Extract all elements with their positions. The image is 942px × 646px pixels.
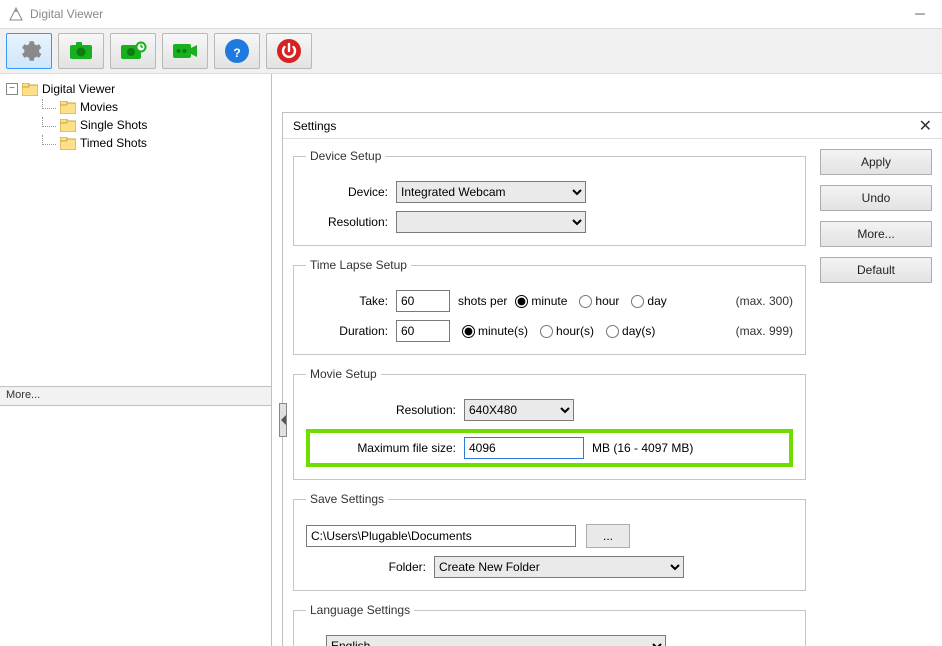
settings-button[interactable] (6, 33, 52, 69)
maxsize-unit: MB (16 - 4097 MB) (592, 441, 693, 455)
left-more-bar[interactable]: More... (0, 386, 271, 406)
tree-item-single-shots[interactable]: Single Shots (6, 116, 265, 134)
tree-label: Movies (80, 100, 118, 114)
settings-title: Settings (293, 119, 919, 133)
maxsize-input[interactable] (464, 437, 584, 459)
device-resolution-select[interactable] (396, 211, 586, 233)
device-setup-legend: Device Setup (306, 149, 385, 163)
help-button[interactable]: ? (214, 33, 260, 69)
main: − Digital Viewer Movies Single Shots Tim… (0, 74, 942, 646)
folder-icon (60, 119, 76, 132)
folder-icon (22, 83, 38, 96)
duration-input[interactable] (396, 320, 450, 342)
snapshot-button[interactable] (58, 33, 104, 69)
dur-hours-radio[interactable]: hour(s) (540, 324, 594, 338)
shots-per-label: shots per (458, 294, 507, 308)
take-input[interactable] (396, 290, 450, 312)
save-path-input[interactable] (306, 525, 576, 547)
left-pane: − Digital Viewer Movies Single Shots Tim… (0, 74, 272, 646)
tree-item-movies[interactable]: Movies (6, 98, 265, 116)
panel-drag-handle[interactable] (279, 403, 287, 437)
svg-text:?: ? (233, 46, 240, 60)
folder-icon (60, 137, 76, 150)
dur-minutes-radio[interactable]: minute(s) (462, 324, 528, 338)
device-setup-group: Device Setup Device: Integrated Webcam R… (293, 149, 806, 246)
power-button[interactable] (266, 33, 312, 69)
apply-button[interactable]: Apply (820, 149, 932, 175)
language-select[interactable]: English (326, 635, 666, 646)
timed-shot-button[interactable] (110, 33, 156, 69)
close-button[interactable]: ✕ (919, 116, 932, 136)
folder-select[interactable]: Create New Folder (434, 556, 684, 578)
settings-header: Settings ✕ (283, 113, 942, 139)
tree-label: Timed Shots (80, 136, 147, 150)
maxsize-highlight: Maximum file size: MB (16 - 4097 MB) (306, 429, 793, 467)
take-hour-radio[interactable]: hour (579, 294, 619, 308)
dur-days-radio[interactable]: day(s) (606, 324, 655, 338)
undo-button[interactable]: Undo (820, 185, 932, 211)
record-button[interactable] (162, 33, 208, 69)
more-button[interactable]: More... (820, 221, 932, 247)
language-group: Language Settings English (293, 603, 806, 646)
settings-panel: Settings ✕ Device Setup Device: Integrat… (282, 112, 942, 646)
collapse-icon[interactable]: − (6, 83, 18, 95)
folder-label: Folder: (306, 560, 426, 574)
device-label: Device: (306, 185, 388, 199)
save-legend: Save Settings (306, 492, 388, 506)
save-settings-group: Save Settings ... Folder: Create New Fol… (293, 492, 806, 591)
duration-max: (max. 999) (736, 324, 793, 338)
take-label: Take: (306, 294, 388, 308)
duration-label: Duration: (306, 324, 388, 338)
device-select[interactable]: Integrated Webcam (396, 181, 586, 203)
left-bottom-pane (0, 406, 271, 646)
default-button[interactable]: Default (820, 257, 932, 283)
toolbar: ? (0, 28, 942, 74)
tree-root-label: Digital Viewer (42, 82, 115, 96)
timelapse-legend: Time Lapse Setup (306, 258, 411, 272)
settings-buttons: Apply Undo More... Default (820, 149, 932, 636)
movie-resolution-select[interactable]: 640X480 (464, 399, 574, 421)
folder-icon (60, 101, 76, 114)
timelapse-group: Time Lapse Setup Take: shots per minute … (293, 258, 806, 355)
minimize-button[interactable] (900, 0, 940, 28)
titlebar: Digital Viewer (0, 0, 942, 28)
app-icon (8, 6, 24, 22)
take-minute-radio[interactable]: minute (515, 294, 567, 308)
movie-setup-group: Movie Setup Resolution: 640X480 Maximum … (293, 367, 806, 480)
movie-legend: Movie Setup (306, 367, 381, 381)
maxsize-label: Maximum file size: (318, 441, 456, 455)
resolution-label: Resolution: (306, 215, 388, 229)
tree-root[interactable]: − Digital Viewer (6, 80, 265, 98)
take-day-radio[interactable]: day (631, 294, 666, 308)
tree-label: Single Shots (80, 118, 147, 132)
right-pane: Settings ✕ Device Setup Device: Integrat… (272, 74, 942, 646)
browse-button[interactable]: ... (586, 524, 630, 548)
take-max: (max. 300) (736, 294, 793, 308)
tree-item-timed-shots[interactable]: Timed Shots (6, 134, 265, 152)
language-legend: Language Settings (306, 603, 414, 617)
tree-view[interactable]: − Digital Viewer Movies Single Shots Tim… (0, 74, 271, 386)
movie-resolution-label: Resolution: (306, 403, 456, 417)
window-title: Digital Viewer (30, 7, 900, 21)
